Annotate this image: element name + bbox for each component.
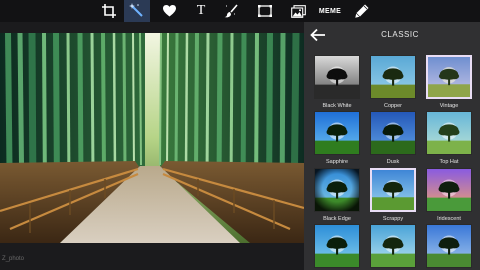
preset-label: Dusk	[386, 159, 400, 165]
preset-row4c[interactable]	[426, 224, 472, 268]
preset-iridescent[interactable]: Iridescent	[426, 168, 472, 222]
photo-canvas[interactable]	[0, 33, 304, 243]
preset-thumbnail[interactable]	[314, 55, 360, 99]
preset-thumbnail[interactable]	[370, 111, 416, 155]
preset-thumbnail[interactable]	[426, 111, 472, 155]
crop-icon	[102, 4, 116, 18]
watermark-text: Z_photo	[2, 256, 25, 262]
meme-tool-button[interactable]: MEME	[317, 0, 343, 22]
preset-thumbnail[interactable]	[370, 168, 416, 212]
preset-vintage[interactable]: Vintage	[426, 55, 472, 109]
magic-wand-tool-button[interactable]	[124, 0, 150, 22]
preset-label: Black Edge	[323, 216, 351, 222]
preset-dusk[interactable]: Dusk	[370, 111, 416, 165]
preset-black-white[interactable]: Black White	[314, 55, 360, 109]
preset-label: Scrappy	[382, 216, 404, 222]
meme-icon: MEME	[318, 7, 342, 15]
back-arrow-icon[interactable]	[310, 28, 326, 42]
frame-tool-button[interactable]	[252, 0, 278, 22]
top-toolbar: T MEME	[0, 0, 480, 22]
sticker-tool-button[interactable]	[156, 0, 182, 22]
heart-icon	[162, 5, 176, 17]
preset-black-edge[interactable]: Black Edge	[314, 168, 360, 222]
preset-thumbnail[interactable]	[314, 224, 360, 268]
preset-label: Top Hat	[439, 159, 459, 165]
crop-tool-button[interactable]	[96, 0, 122, 22]
panel-title: CLASSIC	[381, 30, 419, 39]
effects-panel: CLASSIC Black White Copper Vintage Sapphire…	[304, 22, 480, 270]
preset-top-hat[interactable]: Top Hat	[426, 111, 472, 165]
preset-sapphire[interactable]: Sapphire	[314, 111, 360, 165]
preset-row4a[interactable]	[314, 224, 360, 268]
image-icon	[290, 4, 306, 18]
preset-thumbnail[interactable]	[426, 55, 472, 99]
preset-label: Copper	[383, 103, 403, 109]
brush-icon	[224, 4, 238, 18]
preset-thumbnail[interactable]	[314, 168, 360, 212]
frame-icon	[258, 5, 272, 17]
preset-thumbnail[interactable]	[370, 55, 416, 99]
preset-thumbnail[interactable]	[426, 168, 472, 212]
preset-label: Sapphire	[325, 159, 349, 165]
preset-label: Black White	[322, 103, 352, 109]
pen-icon	[355, 4, 369, 18]
text-icon: T	[196, 3, 206, 18]
preset-label: Vintage	[439, 103, 459, 109]
edit-tool-button[interactable]	[349, 0, 375, 22]
panel-header: CLASSIC	[304, 22, 480, 48]
preset-scrappy[interactable]: Scrappy	[370, 168, 416, 222]
magic-wand-icon	[129, 3, 143, 17]
preset-copper[interactable]: Copper	[370, 55, 416, 109]
preset-thumbnail[interactable]	[426, 224, 472, 268]
collage-tool-button[interactable]	[285, 0, 311, 22]
preset-thumbnail[interactable]	[370, 224, 416, 268]
preset-thumbnail[interactable]	[314, 111, 360, 155]
preset-label: Iridescent	[437, 216, 461, 222]
text-tool-button[interactable]: T	[188, 0, 214, 22]
draw-tool-button[interactable]	[218, 0, 244, 22]
preset-row4b[interactable]	[370, 224, 416, 268]
status-bar	[0, 252, 304, 270]
bamboo-forest-photo	[0, 33, 304, 243]
